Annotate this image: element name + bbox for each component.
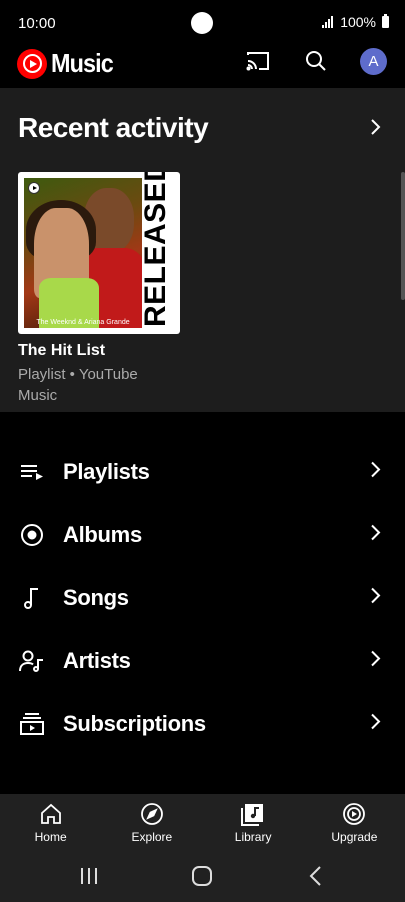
status-time: 10:00 (18, 15, 56, 32)
menu-item-playlists[interactable]: Playlists (0, 440, 405, 503)
playlist-thumbnail[interactable]: The Weeknd & Ariana Grande RELEASED (18, 172, 180, 334)
upgrade-icon (341, 801, 367, 827)
youtube-music-logo[interactable]: Music (17, 48, 120, 79)
menu-label: Subscriptions (63, 710, 206, 736)
menu-label: Artists (63, 647, 131, 673)
nav-label: Explore (131, 830, 173, 844)
recents-icon[interactable] (78, 865, 100, 887)
battery-percent: 100% (340, 14, 376, 30)
section-title[interactable]: Recent activity (18, 112, 209, 144)
scrollbar[interactable] (401, 172, 405, 300)
search-icon[interactable] (302, 47, 330, 75)
playlist-subtitle: Playlist • YouTube Music (18, 366, 138, 404)
status-bar: 10:00 100% (0, 0, 405, 46)
nav-explore[interactable]: Explore (101, 794, 202, 852)
artist-icon (18, 647, 46, 675)
recent-item-card[interactable]: The Weeknd & Ariana Grande RELEASED The … (18, 172, 180, 406)
cover-art (24, 178, 142, 328)
nav-label: Library (234, 830, 272, 844)
back-icon[interactable] (306, 865, 326, 887)
cast-icon[interactable] (244, 47, 272, 75)
camera-cutout (191, 12, 213, 34)
system-navigation-bar (0, 852, 405, 902)
thumbnail-caption: The Weeknd & Ariana Grande (36, 319, 130, 326)
bottom-navigation: Home Explore Library Upgrade (0, 794, 405, 852)
music-note-icon (18, 584, 46, 612)
menu-item-albums[interactable]: Albums (0, 503, 405, 566)
thumbnail-side-text: RELEASED (139, 172, 172, 327)
menu-item-subscriptions[interactable]: Subscriptions (0, 692, 405, 755)
chevron-right-icon (369, 460, 381, 483)
nav-upgrade[interactable]: Upgrade (304, 794, 405, 852)
home-icon (38, 801, 64, 827)
chevron-right-icon (369, 586, 381, 609)
playlist-icon (18, 458, 46, 486)
home-circle-icon[interactable] (191, 865, 213, 887)
header-actions: A (244, 47, 387, 75)
nav-label: Upgrade (331, 830, 378, 844)
logo-text: Music (51, 48, 114, 78)
menu-label: Songs (63, 584, 129, 610)
menu-item-songs[interactable]: Songs (0, 566, 405, 629)
nav-label: Home (34, 830, 67, 844)
compass-icon (139, 801, 165, 827)
chevron-right-icon (369, 649, 381, 672)
menu-label: Albums (63, 521, 142, 547)
chevron-right-icon (369, 712, 381, 735)
nav-library[interactable]: Library (203, 794, 304, 852)
battery-icon (382, 14, 389, 28)
menu-label: Playlists (63, 458, 150, 484)
chevron-right-icon (369, 523, 381, 546)
signal-icon (322, 16, 336, 28)
logo-play-icon (17, 48, 47, 79)
library-icon (240, 801, 266, 827)
recent-activity-section: Recent activity The Weeknd & Ariana Gran… (0, 88, 405, 412)
status-indicators: 100% (322, 14, 389, 30)
library-menu: Playlists Albums Songs Artists Subscript… (0, 440, 405, 755)
account-avatar[interactable]: A (360, 47, 387, 75)
chevron-right-icon[interactable] (369, 118, 381, 141)
nav-home[interactable]: Home (0, 794, 101, 852)
youtube-music-badge-icon (28, 182, 40, 194)
app-header: Music A (0, 44, 405, 88)
menu-item-artists[interactable]: Artists (0, 629, 405, 692)
playlist-title[interactable]: The Hit List (18, 342, 180, 360)
album-icon (18, 521, 46, 549)
subscriptions-icon (18, 710, 46, 738)
